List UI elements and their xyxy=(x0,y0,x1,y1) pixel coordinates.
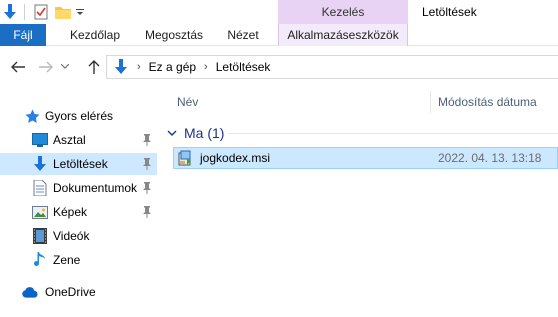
window-title: Letöltések xyxy=(422,5,477,19)
properties-qat-icon[interactable] xyxy=(32,3,50,21)
pictures-icon xyxy=(32,204,48,220)
title-bar: Kezelés Letöltések xyxy=(0,0,558,24)
file-name: jogkodex.msi xyxy=(200,151,271,165)
file-date-modified: 2022. 04. 13. 13:18 xyxy=(438,151,542,165)
group-label: Ma (1) xyxy=(184,125,225,141)
navigation-pane: Gyors elérés Asztal Letöltések Dokumentu… xyxy=(0,87,157,317)
column-divider[interactable] xyxy=(430,91,431,113)
sidebar-item-label: Dokumentumok xyxy=(53,181,138,195)
pin-icon[interactable] xyxy=(142,182,152,194)
up-button[interactable] xyxy=(84,57,104,77)
sidebar-item-documents[interactable]: Dokumentumok xyxy=(0,177,157,199)
sidebar-item-label: Képek xyxy=(53,205,88,219)
sidebar-item-downloads[interactable]: Letöltések xyxy=(0,153,157,175)
breadcrumb-this-pc[interactable]: Ez a gép xyxy=(149,60,196,74)
address-download-icon xyxy=(113,59,129,75)
desktop-icon xyxy=(32,132,48,148)
qat-separator xyxy=(24,4,25,20)
sidebar-item-label: Zene xyxy=(53,253,81,267)
address-row: › Ez a gép › Letöltések xyxy=(0,47,558,87)
tab-view[interactable]: Nézet xyxy=(218,24,268,46)
download-qat-icon[interactable] xyxy=(2,3,18,21)
sidebar-item-desktop[interactable]: Asztal xyxy=(0,129,157,151)
breadcrumb-chevron-icon: › xyxy=(204,61,208,73)
pin-icon[interactable] xyxy=(142,134,152,146)
pin-icon[interactable] xyxy=(142,206,152,218)
breadcrumb-downloads[interactable]: Letöltések xyxy=(216,60,271,74)
sidebar-item-quick-access[interactable]: Gyors elérés xyxy=(0,105,157,127)
back-button[interactable] xyxy=(8,57,28,77)
ribbon-tabs: Fájl Kezdőlap Megosztás Nézet Alkalmazás… xyxy=(0,24,558,46)
tab-share[interactable]: Megosztás xyxy=(138,24,210,46)
music-icon xyxy=(32,252,48,268)
file-list: Név Módosítás dátuma Ma (1) jogkodex.msi… xyxy=(160,87,558,317)
chevron-down-icon[interactable] xyxy=(166,127,178,139)
list-item[interactable]: jogkodex.msi 2022. 04. 13. 13:18 xyxy=(173,147,558,169)
cloud-icon xyxy=(22,284,38,300)
documents-icon xyxy=(32,180,48,196)
msi-installer-icon xyxy=(178,150,191,166)
new-folder-qat-icon[interactable] xyxy=(54,3,72,21)
address-bar[interactable]: › Ez a gép › Letöltések xyxy=(106,55,558,79)
column-header-name[interactable]: Név xyxy=(177,95,198,109)
tab-home[interactable]: Kezdőlap xyxy=(60,24,130,46)
sidebar-item-onedrive[interactable]: OneDrive xyxy=(0,281,157,303)
customize-qat-icon[interactable] xyxy=(74,3,86,21)
tab-file[interactable]: Fájl xyxy=(0,24,46,46)
sidebar-item-label: Asztal xyxy=(53,133,86,147)
tab-application-tools[interactable]: Alkalmazáseszközök xyxy=(278,24,408,46)
breadcrumb-chevron-icon: › xyxy=(137,61,141,73)
download-icon xyxy=(32,156,48,172)
sidebar-item-label: Letöltések xyxy=(53,157,108,171)
videos-icon xyxy=(32,228,48,244)
recent-locations-button[interactable] xyxy=(58,57,72,77)
forward-button[interactable] xyxy=(36,57,56,77)
sidebar-item-music[interactable]: Zene xyxy=(0,249,157,271)
sidebar-item-videos[interactable]: Videók xyxy=(0,225,157,247)
column-header-date-modified[interactable]: Módosítás dátuma xyxy=(438,95,537,109)
pin-icon[interactable] xyxy=(142,158,152,170)
sidebar-item-label: Videók xyxy=(53,229,90,243)
group-header-today[interactable]: Ma (1) xyxy=(166,123,224,143)
star-icon xyxy=(24,108,40,124)
sidebar-item-pictures[interactable]: Képek xyxy=(0,201,157,223)
sidebar-item-label: Gyors elérés xyxy=(45,109,114,123)
contextual-group-label: Kezelés xyxy=(278,0,408,24)
sidebar-item-label: OneDrive xyxy=(45,285,96,299)
group-divider xyxy=(228,133,558,134)
